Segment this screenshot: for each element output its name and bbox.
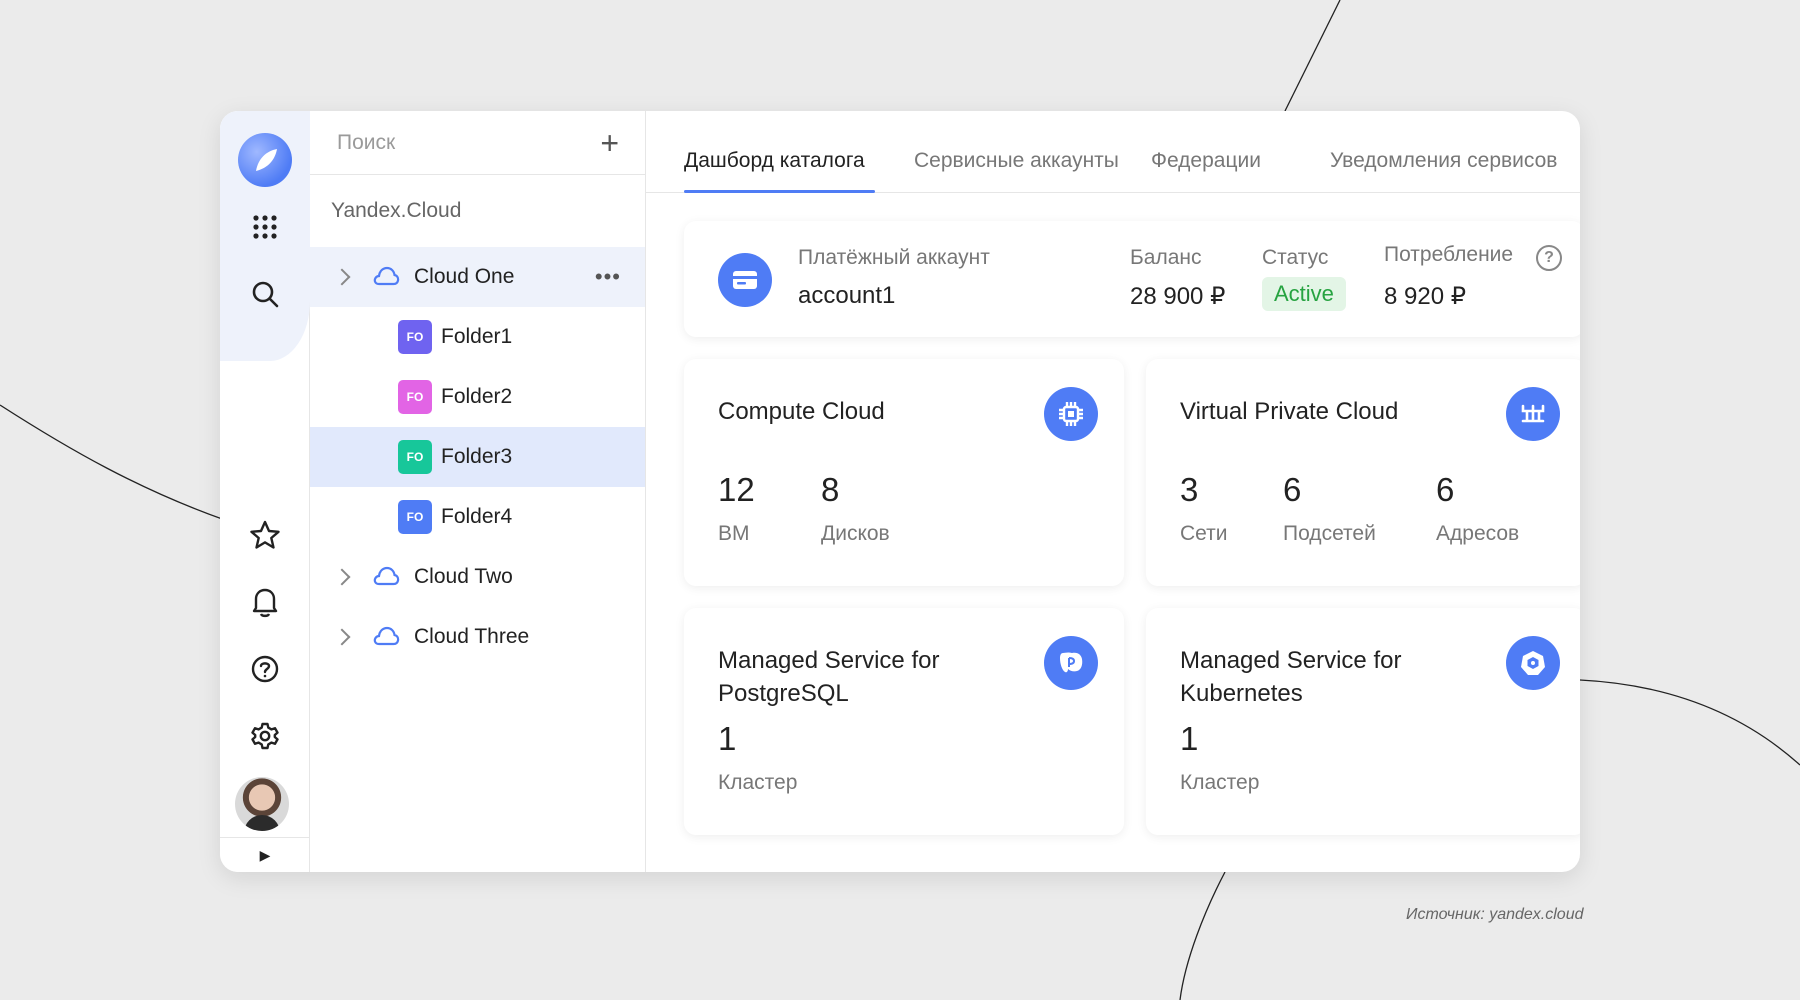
tab-federations[interactable]: Федерации: [1151, 149, 1261, 173]
tree-item-label: Cloud One: [414, 265, 515, 288]
service-card-kubernetes[interactable]: Managed Service for Kubernetes 1 Кластер: [1146, 608, 1580, 835]
apps-grid-icon[interactable]: [240, 202, 290, 252]
folder-badge: FO: [398, 440, 432, 474]
service-title: Managed Service for Kubernetes: [1180, 647, 1402, 707]
metric-label: Кластер: [718, 771, 798, 794]
service-title: Compute Cloud: [718, 398, 885, 425]
status-badge: Active: [1262, 277, 1346, 311]
service-card-vpc[interactable]: Virtual Private Cloud 3 Сети 6 Подсетей …: [1146, 359, 1580, 586]
org-title: Yandex.Cloud: [331, 199, 462, 222]
chevron-right-icon[interactable]: [333, 628, 351, 646]
tree-item-label: Cloud Two: [414, 565, 513, 588]
logo-icon[interactable]: [238, 133, 292, 187]
metric-value: 6: [1436, 471, 1455, 508]
service-card-postgresql[interactable]: Managed Service for PostgreSQL 1 Кластер: [684, 608, 1124, 835]
active-tab-indicator: [684, 190, 875, 193]
metric-value: 12: [718, 471, 755, 508]
main-content: Дашборд каталога Сервисные аккаунты Феде…: [646, 111, 1580, 872]
billing-account-label: Платёжный аккаунт: [798, 246, 990, 269]
tree-cloud-one[interactable]: Cloud One •••: [310, 247, 645, 307]
chevron-right-icon[interactable]: [333, 568, 351, 586]
cloud-icon: [373, 626, 400, 646]
avatar[interactable]: [235, 777, 289, 831]
tree-item-label: Folder1: [441, 325, 513, 348]
balance-label: Баланс: [1130, 246, 1202, 269]
metric-value: 6: [1283, 471, 1302, 508]
folder-badge: FO: [398, 380, 432, 414]
postgresql-icon: [1044, 636, 1098, 690]
tree-folder[interactable]: FO Folder2: [310, 367, 645, 427]
search-icon[interactable]: [240, 269, 290, 319]
service-card-compute[interactable]: Compute Cloud 12 ВМ 8 Дисков: [684, 359, 1124, 586]
tree-item-label: Folder4: [441, 505, 513, 528]
usage-value: 8 920 ₽: [1384, 283, 1466, 310]
more-icon[interactable]: •••: [595, 264, 621, 290]
gear-icon[interactable]: [240, 711, 290, 761]
tree-item-label: Cloud Three: [414, 625, 530, 648]
chevron-right-icon[interactable]: [333, 268, 351, 286]
tree-cloud-two[interactable]: Cloud Two: [310, 547, 645, 607]
service-title: Managed Service for PostgreSQL: [718, 647, 940, 707]
metric-label: Адресов: [1436, 522, 1520, 545]
network-icon: [1506, 387, 1560, 441]
tab-dashboard[interactable]: Дашборд каталога: [684, 149, 865, 173]
icon-rail: ▶: [220, 111, 310, 872]
metric-label: Сети: [1180, 522, 1228, 545]
metric-value: 8: [821, 471, 840, 508]
chip-icon: [1044, 387, 1098, 441]
tree-folder[interactable]: FO Folder1: [310, 307, 645, 367]
add-icon[interactable]: +: [600, 127, 619, 159]
cloud-icon: [373, 566, 400, 586]
metric-value: 3: [1180, 471, 1199, 508]
tree-folder[interactable]: FO Folder4: [310, 487, 645, 547]
metric-label: Подсетей: [1283, 522, 1376, 545]
resource-tree: + Yandex.Cloud Cloud One ••• FO Folder1 …: [310, 111, 646, 872]
source-caption: Источник: yandex.cloud: [1406, 906, 1584, 923]
folder-badge: FO: [398, 500, 432, 534]
kubernetes-icon: [1506, 636, 1560, 690]
help-icon[interactable]: ?: [1536, 245, 1562, 271]
metric-value: 1: [718, 720, 737, 757]
billing-account-name[interactable]: account1: [798, 282, 895, 310]
tree-item-label: Folder2: [441, 385, 513, 408]
expand-icon[interactable]: ▶: [220, 837, 310, 872]
cloud-icon: [373, 266, 400, 286]
star-icon[interactable]: [240, 510, 290, 560]
console-window: ▶ + Yandex.Cloud Cloud One ••• FO Folder…: [220, 111, 1580, 872]
tab-service-accounts[interactable]: Сервисные аккаунты: [914, 149, 1119, 173]
tab-service-notifications[interactable]: Уведомления сервисов: [1330, 149, 1557, 173]
metric-value: 1: [1180, 720, 1199, 757]
tree-cloud-three[interactable]: Cloud Three: [310, 607, 645, 667]
balance-value: 28 900 ₽: [1130, 283, 1226, 310]
credit-card-icon: [718, 253, 772, 307]
service-title: Virtual Private Cloud: [1180, 398, 1399, 425]
tree-search-bar: +: [310, 111, 645, 175]
bell-icon[interactable]: [240, 577, 290, 627]
status-label: Статус: [1262, 246, 1329, 269]
help-icon[interactable]: [240, 644, 290, 694]
search-input[interactable]: [337, 130, 557, 155]
metric-label: ВМ: [718, 522, 750, 545]
metric-label: Кластер: [1180, 771, 1260, 794]
billing-account-card[interactable]: Платёжный аккаунт account1 Баланс 28 900…: [684, 221, 1580, 337]
metric-label: Дисков: [821, 522, 890, 545]
tab-bar: Дашборд каталога Сервисные аккаунты Феде…: [646, 111, 1580, 193]
tree-item-label: Folder3: [441, 445, 513, 468]
folder-badge: FO: [398, 320, 432, 354]
tree-folder-selected[interactable]: FO Folder3: [310, 427, 645, 487]
usage-label: Потребление: [1384, 243, 1514, 266]
